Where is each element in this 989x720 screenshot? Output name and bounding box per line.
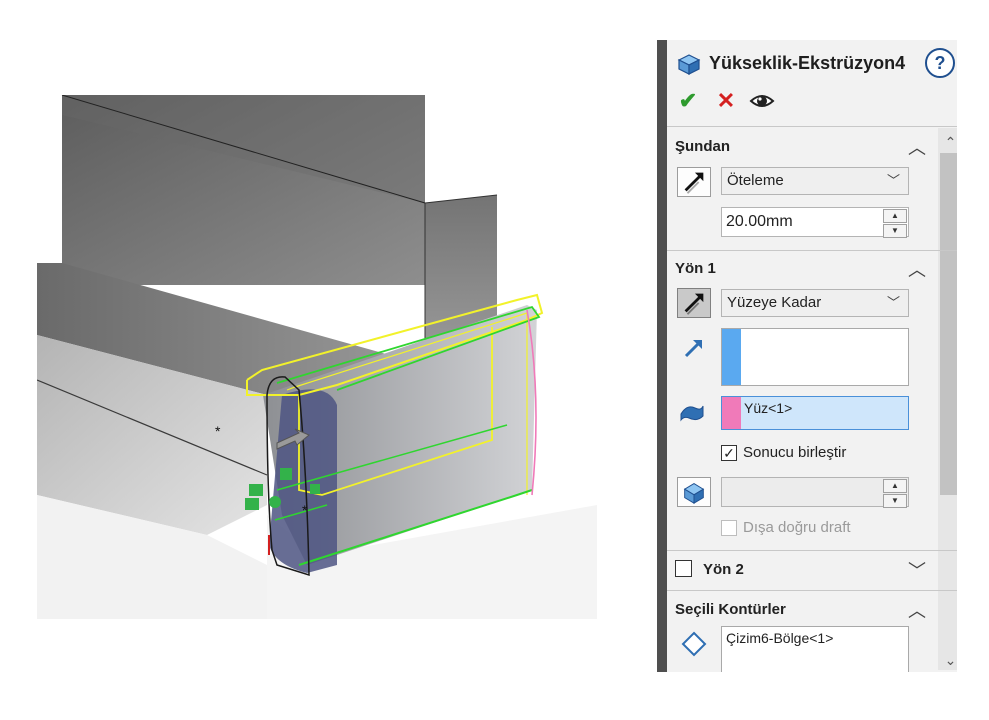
spin-down-icon[interactable]: ▼: [883, 494, 907, 508]
model-view: * *: [37, 95, 597, 619]
chevron-down-icon: ﹀: [886, 295, 900, 310]
collapse-chevron-icon[interactable]: ︿: [906, 256, 928, 280]
end-condition-select[interactable]: Yüzeye Kadar ﹀: [721, 289, 909, 317]
group-from-label: Şundan: [675, 138, 730, 155]
face-reference-box[interactable]: Yüz<1>: [721, 396, 909, 430]
group-direction2-header[interactable]: Yön 2 ﹀: [675, 559, 930, 581]
spin-down-icon[interactable]: ▼: [883, 224, 907, 238]
offset-input[interactable]: 20.00mm ▲ ▼: [721, 207, 909, 238]
face-surface-icon: [680, 405, 704, 422]
draft-spinner[interactable]: ▲ ▼: [883, 479, 907, 508]
direction2-checkbox[interactable]: [675, 560, 692, 577]
group-direction1-header[interactable]: Yön 1 ︿: [675, 258, 930, 280]
graphics-viewport[interactable]: * *: [37, 95, 618, 619]
panel-scrollbar[interactable]: ⌃ ⌄: [938, 128, 957, 670]
reverse-direction-icon[interactable]: [677, 288, 711, 318]
panel-title: Yükseklik-Ekstrüzyon4: [709, 53, 906, 73]
action-buttons: ✔ ✕: [675, 88, 875, 114]
ok-button[interactable]: ✔: [675, 88, 701, 114]
face-swatch: [722, 397, 741, 429]
cancel-button[interactable]: ✕: [713, 88, 739, 114]
scroll-up-icon[interactable]: ⌃: [938, 132, 957, 152]
draft-icon[interactable]: [677, 477, 711, 507]
chevron-down-icon: ﹀: [886, 173, 900, 188]
draft-angle-input[interactable]: ▲ ▼: [721, 477, 909, 508]
from-mode-select[interactable]: Öteleme ﹀: [721, 167, 909, 195]
panel-body: Yükseklik-Ekstrüzyon4 ? ✔ ✕ ⌃ ⌄ Şundan ︿: [667, 40, 957, 672]
merge-result-label: Sonucu birleştir: [743, 444, 847, 461]
group-separator: [667, 250, 957, 251]
direction-swatch: [722, 329, 741, 385]
property-manager: Yükseklik-Ekstrüzyon4 ? ✔ ✕ ⌃ ⌄ Şundan ︿: [657, 40, 957, 672]
contour-item: Çizim6-Bölge<1>: [726, 630, 834, 646]
group-contours-label: Seçili Kontürler: [675, 601, 786, 618]
scroll-down-icon[interactable]: ⌄: [938, 650, 957, 670]
panel-title-row: Yükseklik-Ekstrüzyon4 ?: [675, 48, 957, 78]
expand-chevron-icon[interactable]: ﹀: [906, 557, 928, 581]
spin-up-icon[interactable]: ▲: [883, 479, 907, 493]
contours-list-box[interactable]: Çizim6-Bölge<1>: [721, 626, 909, 672]
group-separator: [667, 590, 957, 591]
draft-outward-label: Dışa doğru draft: [743, 519, 851, 536]
scroll-thumb[interactable]: [940, 153, 957, 495]
help-button[interactable]: ?: [925, 48, 955, 78]
flip-direction-icon[interactable]: [677, 167, 711, 197]
direction-reference-box[interactable]: [721, 328, 909, 386]
merge-result-checkbox[interactable]: ✓: [721, 445, 737, 461]
direction-arrow-icon: [684, 340, 702, 358]
offset-value: 20.00mm: [726, 213, 793, 230]
draft-outward-checkbox[interactable]: [721, 520, 737, 536]
extrude-feature-icon: [677, 54, 701, 75]
group-from-header[interactable]: Şundan ︿: [675, 136, 930, 158]
collapse-chevron-icon[interactable]: ︿: [906, 597, 928, 621]
offset-spinner[interactable]: ▲ ▼: [883, 209, 907, 238]
group-direction2-label: Yön 2: [703, 561, 744, 578]
end-condition-value: Yüzeye Kadar: [727, 294, 822, 311]
group-contours-header[interactable]: Seçili Kontürler ︿: [675, 599, 930, 621]
preview-eye-icon[interactable]: [749, 88, 775, 114]
spin-up-icon[interactable]: ▲: [883, 209, 907, 223]
title-separator: [667, 126, 957, 127]
group-separator: [667, 550, 957, 551]
face-reference-value: Yüz<1>: [744, 400, 793, 416]
contour-diamond-icon: [681, 631, 707, 657]
collapse-chevron-icon[interactable]: ︿: [906, 134, 928, 158]
from-mode-value: Öteleme: [727, 172, 784, 189]
panel-left-border: [657, 40, 667, 672]
svg-text:*: *: [302, 502, 308, 518]
svg-text:*: *: [215, 423, 221, 439]
group-direction1-label: Yön 1: [675, 260, 716, 277]
